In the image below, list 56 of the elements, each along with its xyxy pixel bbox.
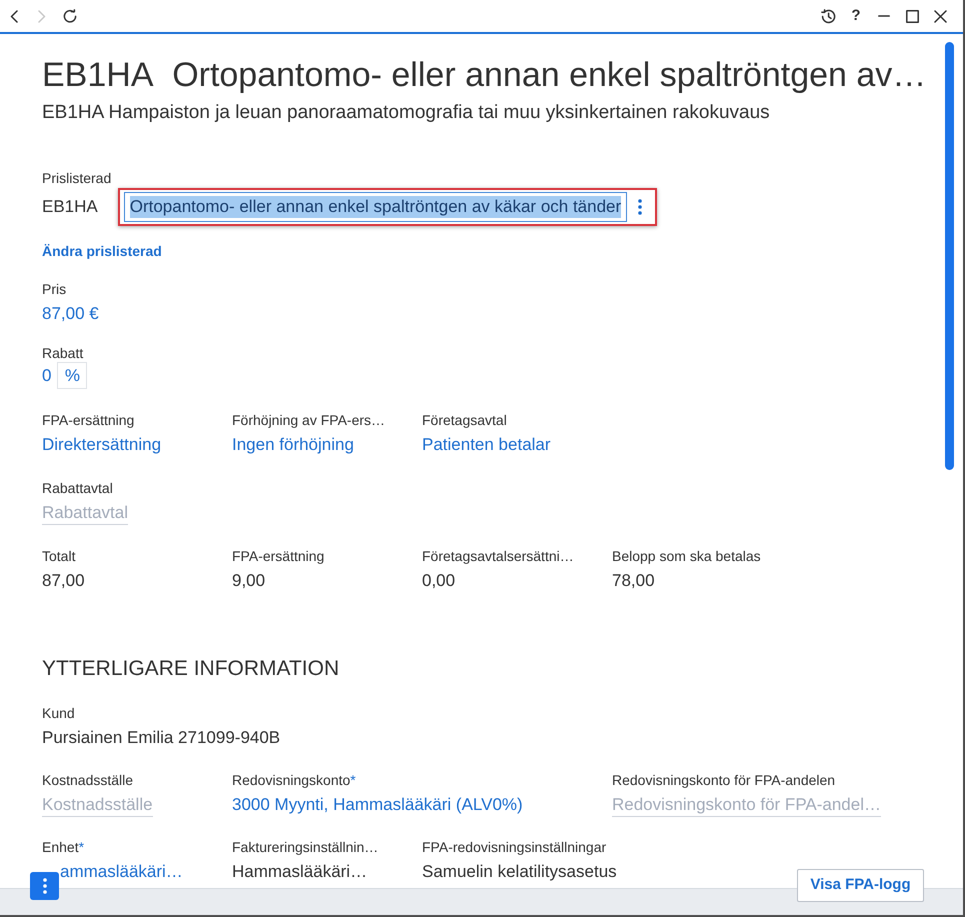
value-link[interactable]: 3000 Myynti, Hammaslääkäri (ALV0%) — [232, 793, 523, 817]
item-code: EB1HA — [42, 55, 154, 95]
field-value: 87,00 — [42, 570, 85, 592]
value-link[interactable]: Ingen förhöjning — [232, 433, 354, 457]
item-subtitle: EB1HA Hampaiston ja leuan panoraamatomografia tai muu yksinkertainen rakokuvaus — [42, 101, 771, 125]
field-value: 78,00 — [612, 570, 655, 592]
field-label: Belopp som ska betalas — [612, 547, 761, 565]
field-label: FPA-ersättning — [42, 411, 134, 429]
field-label: Faktureringsinställnin… — [232, 838, 378, 856]
field-label: Rabatt — [42, 344, 84, 362]
description-field[interactable]: Ortopantomo- eller annan enkel spaltröntgen av käkar och tänder — [124, 192, 628, 222]
required-mark: * — [78, 839, 84, 855]
value-link[interactable]: ammaslääkäri… — [60, 860, 183, 884]
field-value: 9,00 — [232, 570, 266, 592]
section-title: YTTERLIGARE INFORMATION — [42, 656, 340, 682]
field-label: Företagsavtalsersättni… — [422, 547, 574, 565]
required-mark: * — [350, 772, 356, 788]
more-icon — [638, 199, 642, 215]
value-link[interactable]: Patienten betalar — [422, 433, 551, 457]
floating-menu-button[interactable] — [30, 872, 59, 900]
history-icon — [820, 8, 836, 24]
field-value: Pursiainen Emilia 271099-940B — [42, 727, 280, 749]
show-log-button[interactable]: Visa FPA-logg — [797, 869, 924, 902]
change-link[interactable]: Ändra prislisterad — [42, 242, 162, 260]
field-label: Totalt — [42, 547, 76, 565]
field-label: Redovisningskonto för FPA-andelen — [612, 771, 836, 789]
price-list-code: EB1HA — [42, 196, 98, 218]
more-icon — [42, 878, 46, 894]
maximize-icon — [906, 10, 918, 22]
close-icon — [934, 10, 946, 22]
field-value: Samuelin kelatilitysasetus — [422, 861, 617, 883]
chevron-right-icon — [38, 10, 46, 22]
item-title: Ortopantomo- eller annan enkel spaltröntgen av… — [172, 55, 926, 95]
help-button[interactable]: ? — [846, 6, 866, 26]
field-value: Hammaslääkäri… — [232, 861, 368, 883]
field-label: FPA-ersättning — [232, 547, 324, 565]
discount-value[interactable]: 0 — [42, 364, 52, 388]
field-label: Pris — [42, 280, 66, 298]
field-label: Förhöjning av FPA-ers… — [232, 411, 386, 429]
refresh-icon — [63, 9, 77, 23]
scrollbar-thumb[interactable] — [944, 42, 954, 470]
field-label: Kostnadsställe — [42, 771, 134, 789]
field-label: Företagsavtal — [422, 411, 507, 429]
field-label: FPA-redovisningsinställningar — [422, 838, 606, 856]
value-link[interactable]: Direktersättning — [42, 433, 162, 457]
field-label: Rabattavtal — [42, 479, 113, 497]
field-label: Kund — [42, 704, 75, 722]
unit-selector[interactable]: % — [57, 362, 88, 389]
field-label: Enhet — [42, 839, 79, 855]
history-button[interactable] — [818, 6, 838, 26]
field-value: 0,00 — [422, 570, 456, 592]
price-value[interactable]: 87,00 € — [42, 302, 99, 326]
chevron-left-icon — [10, 10, 18, 22]
field-label: Prislisterad — [42, 169, 112, 187]
minimize-icon — [878, 15, 890, 17]
field-label: Redovisningskonto — [232, 772, 350, 788]
